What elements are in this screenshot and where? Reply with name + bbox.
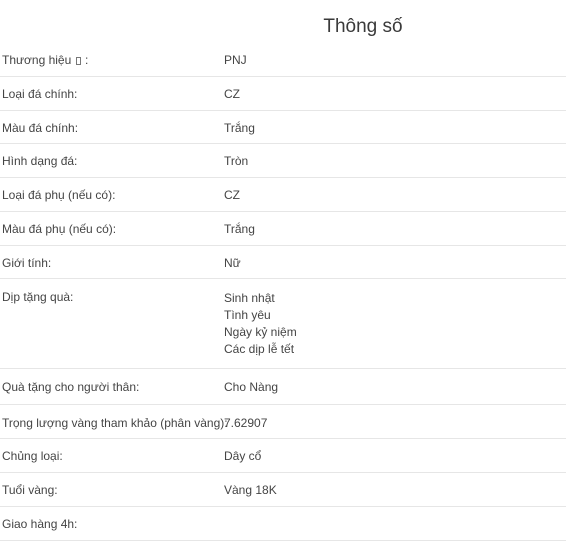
spec-value-line: Ngày kỷ niệm <box>224 325 297 339</box>
spec-row-gift-for: Quà tặng cho người thân: Cho Nàng <box>0 369 566 405</box>
spec-row-gold-purity: Tuổi vàng: Vàng 18K <box>0 473 566 507</box>
spec-value <box>224 516 566 540</box>
spec-value-line: Các dịp lễ tết <box>224 342 295 356</box>
spec-label: Thương hiệu : <box>2 53 89 67</box>
missing-glyph-icon <box>75 57 81 65</box>
spec-label: Trọng lượng vàng tham khảo (phân vàng): <box>2 416 228 430</box>
spec-value: Trắng <box>224 121 255 135</box>
spec-value: PNJ <box>224 53 247 67</box>
spec-row-category: Chủng loại: Dây cổ <box>0 439 566 473</box>
spec-label: Dịp tặng quà: <box>2 290 74 304</box>
spec-label: Loại đá chính: <box>2 87 78 101</box>
spec-value-line: Tình yêu <box>224 308 271 322</box>
spec-label: Chủng loại: <box>2 449 63 463</box>
spec-label: Quà tặng cho người thân: <box>2 380 140 394</box>
spec-row-stone-shape: Hình dạng đá: Tròn <box>0 144 566 178</box>
spec-row-side-stone-color: Màu đá phụ (nếu có): Trắng <box>0 212 566 246</box>
spec-value: Vàng 18K <box>224 483 277 497</box>
spec-value-line: Sinh nhật <box>224 291 275 305</box>
page-title: Thông số <box>323 16 403 37</box>
spec-row-delivery-4h: Giao hàng 4h: <box>0 507 566 541</box>
spec-value-list: Sinh nhật Tình yêu Ngày kỷ niệm Các dịp … <box>224 289 566 368</box>
spec-label: Màu đá phụ (nếu có): <box>2 222 117 236</box>
spec-label: Giao hàng 4h: <box>2 517 78 531</box>
spec-label: Loại đá phụ (nếu có): <box>2 188 116 202</box>
spec-label: Tuổi vàng: <box>2 483 58 497</box>
spec-value: 7.62907 <box>224 416 268 430</box>
spec-row-side-stone-type: Loại đá phụ (nếu có): CZ <box>0 178 566 212</box>
spec-value: Trắng <box>224 222 255 236</box>
spec-label: Giới tính: <box>2 256 52 270</box>
spec-row-main-stone-type: Loại đá chính: CZ <box>0 77 566 111</box>
spec-row-occasion: Dịp tặng quà: Sinh nhật Tình yêu Ngày kỷ… <box>0 279 566 369</box>
spec-value: CZ <box>224 87 240 101</box>
spec-row-main-stone-color: Màu đá chính: Trắng <box>0 111 566 144</box>
spec-value: Dây cổ <box>224 449 262 463</box>
spec-row-gold-weight: Trọng lượng vàng tham khảo (phân vàng): … <box>0 405 566 439</box>
spec-label: Hình dạng đá: <box>2 154 78 168</box>
spec-value: CZ <box>224 188 240 202</box>
spec-row-gender: Giới tính: Nữ <box>0 246 566 279</box>
spec-value: Cho Nàng <box>224 380 279 394</box>
spec-row-brand: Thương hiệu : PNJ <box>0 43 566 77</box>
spec-table: Thương hiệu : PNJ Loại đá chính: CZ Màu … <box>0 43 566 541</box>
spec-label: Màu đá chính: <box>2 121 79 135</box>
spec-value: Nữ <box>224 256 241 270</box>
spec-value: Tròn <box>224 154 249 168</box>
